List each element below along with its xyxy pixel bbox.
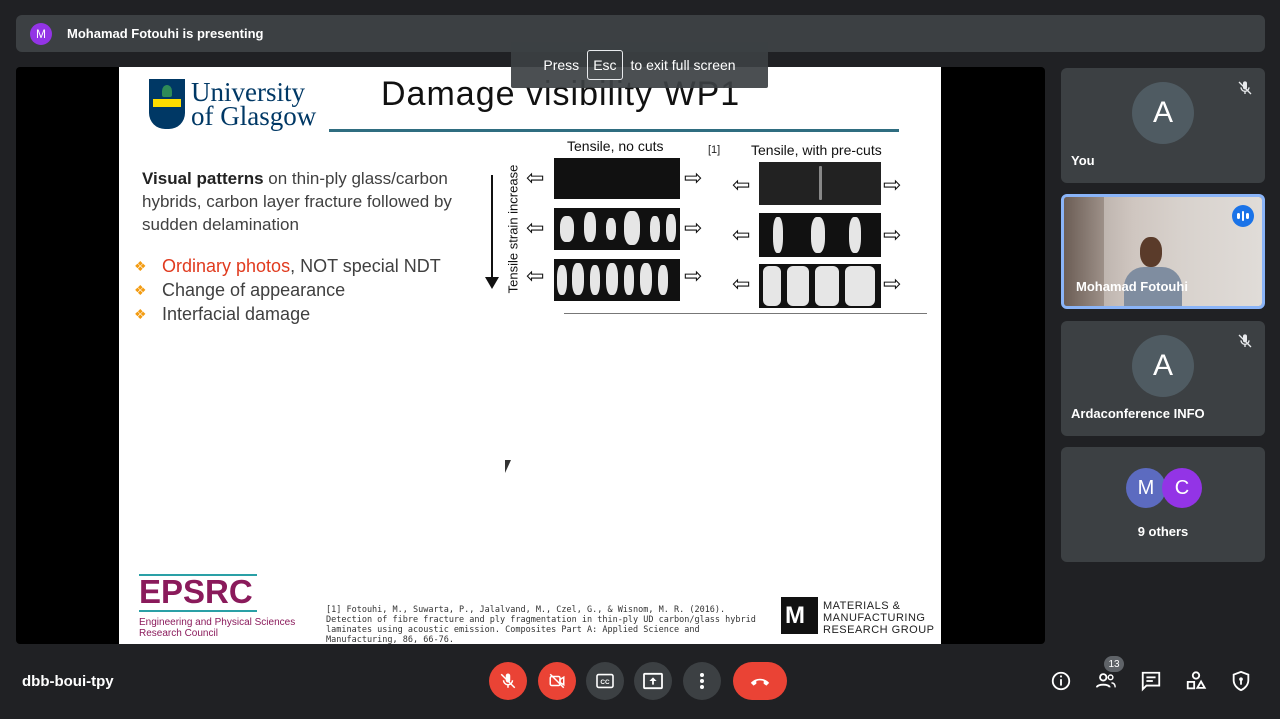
bullet-item: ❖ Change of appearance [134, 278, 441, 302]
bullet-highlight: Ordinary photos [162, 255, 291, 276]
right-arrow-icon: ⇨ [684, 165, 703, 190]
epsrc-rule-bottom [139, 610, 257, 612]
mic-off-icon [500, 673, 516, 689]
fullscreen-toast: Press Esc to exit full screen [511, 42, 768, 88]
left-arrow-icon: ⇦ [732, 271, 751, 296]
mmrg-logo-icon: M [781, 597, 818, 634]
sample-image [759, 264, 881, 308]
bullet-text: , NOT special NDT [290, 255, 441, 276]
presenter-avatar: M [30, 22, 52, 45]
bullet-item: ❖ Ordinary photos, NOT special NDT [134, 254, 441, 278]
left-arrow-icon: ⇦ [526, 263, 545, 288]
citation-text: [1] Fotouhi, M., Suwarta, P., Jalalvand,… [326, 605, 756, 644]
meeting-info-icon[interactable] [1050, 670, 1072, 692]
captions-icon: CC [596, 673, 614, 689]
leave-call-button[interactable] [733, 662, 787, 700]
participant-tile-presenter[interactable]: Mohamad Fotouhi [1061, 194, 1265, 309]
epsrc-subtitle: Engineering and Physical Sciences Resear… [139, 617, 296, 639]
right-arrow-icon: ⇨ [883, 222, 902, 247]
participant-avatar: A [1132, 335, 1194, 397]
left-arrow-icon: ⇦ [732, 222, 751, 247]
title-divider [329, 129, 899, 132]
left-arrow-icon: ⇦ [526, 165, 545, 190]
participant-tile-you[interactable]: A You [1061, 68, 1265, 183]
strain-arrow-shaft [491, 175, 493, 283]
camera-off-icon [549, 673, 565, 689]
toast-suffix: to exit full screen [630, 57, 736, 73]
participant-name: Mohamad Fotouhi [1076, 279, 1188, 294]
hang-up-icon [750, 678, 770, 686]
intro-paragraph: Visual patterns on thin-ply glass/carbon… [142, 167, 482, 236]
participant-avatar: C [1162, 468, 1202, 508]
bullet-text: Interfacial damage [162, 303, 311, 324]
sample-image [759, 162, 881, 205]
esc-key: Esc [587, 50, 623, 80]
reference-tag: [1] [708, 144, 721, 156]
participant-avatar: M [1126, 468, 1166, 508]
present-screen-icon [643, 672, 663, 690]
university-name-line2: of Glasgow [191, 101, 317, 131]
others-count-label: 9 others [1137, 524, 1189, 539]
more-options-button[interactable] [683, 662, 721, 700]
strain-arrow-head [485, 277, 499, 289]
participant-name: You [1071, 153, 1095, 168]
activities-icon[interactable] [1185, 670, 1207, 692]
sample-image [554, 158, 680, 199]
shared-slide: University of Glasgow Damage visibility … [119, 67, 941, 644]
bullet-list: ❖ Ordinary photos, NOT special NDT ❖ Cha… [134, 254, 441, 326]
participant-name: Ardaconference INFO [1071, 406, 1205, 421]
intro-bold: Visual patterns [142, 169, 264, 188]
right-arrow-icon: ⇨ [883, 271, 902, 296]
meeting-code: dbb-boui-tpy [22, 673, 114, 690]
tensile-no-cuts-label: Tensile, no cuts [567, 138, 664, 154]
right-arrow-icon: ⇨ [883, 172, 902, 197]
bullet-text: Change of appearance [162, 279, 346, 300]
glasgow-crest-logo [149, 79, 185, 129]
strain-axis-label: Tensile strain increase [505, 164, 521, 293]
present-now-button[interactable] [634, 662, 672, 700]
chat-icon[interactable] [1140, 670, 1162, 692]
presenting-text: Mohamad Fotouhi is presenting [67, 26, 264, 41]
bullet-item: ❖ Interfacial damage [134, 302, 441, 326]
participant-avatar: A [1132, 82, 1194, 144]
epsrc-logo-text: EPSRC [139, 573, 253, 610]
participants-count-badge: 13 [1104, 656, 1124, 672]
left-arrow-icon: ⇦ [526, 215, 545, 240]
video-person-head [1140, 237, 1162, 267]
bullet-diamond-icon: ❖ [134, 257, 147, 274]
svg-text:CC: CC [600, 679, 610, 686]
right-arrow-icon: ⇨ [684, 263, 703, 288]
presentation-stage: University of Glasgow Damage visibility … [16, 67, 1045, 644]
figure-divider [564, 313, 927, 314]
host-controls-shield-icon[interactable] [1230, 670, 1252, 692]
speaking-indicator-icon [1232, 205, 1254, 227]
mic-muted-icon [1238, 81, 1252, 95]
sample-image [759, 213, 881, 257]
captions-button[interactable]: CC [586, 662, 624, 700]
camera-toggle-button[interactable] [538, 662, 576, 700]
mmrg-name: MATERIALS & MANUFACTURING RESEARCH GROUP [823, 600, 935, 636]
participant-tile-others[interactable]: M C 9 others [1061, 447, 1265, 562]
more-vert-icon [700, 673, 704, 689]
left-arrow-icon: ⇦ [732, 172, 751, 197]
tensile-precuts-label: Tensile, with pre-cuts [751, 142, 882, 158]
sample-image [554, 259, 680, 301]
right-arrow-icon: ⇨ [684, 215, 703, 240]
mic-toggle-button[interactable] [489, 662, 527, 700]
sample-image [554, 208, 680, 250]
bullet-diamond-icon: ❖ [134, 281, 147, 298]
participants-icon[interactable] [1095, 670, 1117, 692]
bullet-diamond-icon: ❖ [134, 305, 147, 322]
mouse-cursor-icon [505, 460, 511, 473]
toast-press: Press [543, 57, 580, 73]
mic-muted-icon [1238, 334, 1252, 348]
participant-tile-ardaconference[interactable]: A Ardaconference INFO [1061, 321, 1265, 436]
